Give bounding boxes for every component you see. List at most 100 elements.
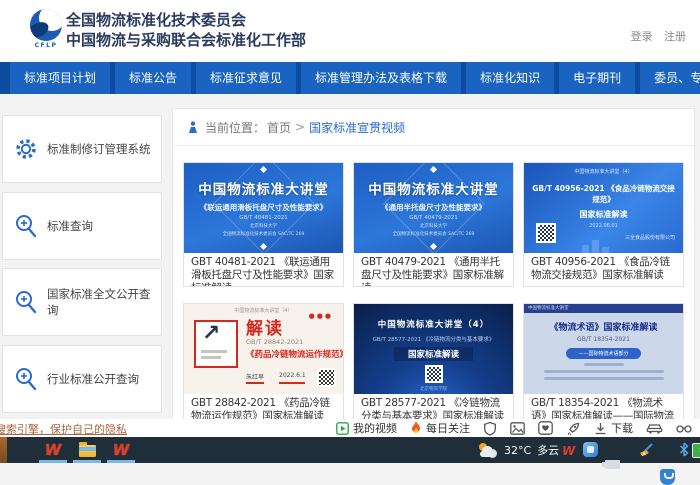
- thumb-subtitle: 《通用半托盘尺寸及性能要求》: [381, 202, 486, 213]
- tiny-text-decor: [201, 356, 221, 359]
- rocket-icon[interactable]: [566, 421, 581, 436]
- sidebar-item-revision-system[interactable]: 标准制修订管理系统: [2, 115, 162, 183]
- daily-follow-button[interactable]: 每日关注: [410, 420, 470, 436]
- nav-item-journal[interactable]: 电子期刊: [559, 62, 635, 94]
- sidebar-item-label: 标准查询: [47, 218, 93, 234]
- tray-battery-charging-icon[interactable]: ⚡: [692, 443, 700, 458]
- video-grid: 中国物流标准大讲堂 《联运通用滑板托盘尺寸及性能要求》 GB/T 40481-2…: [173, 146, 694, 428]
- flame-icon: [410, 421, 422, 435]
- tiny-text-decor: [584, 363, 624, 366]
- wps-icon: W: [113, 441, 130, 459]
- auth-links: 登录 注册: [623, 28, 687, 44]
- browser-bottom-toolbar: 搜索引擎，保护自己的隐私 我的视频 每日关注: [0, 419, 700, 437]
- thumb-title: GB/T 40956-2021 《食品冷链物流交接规范》: [530, 183, 676, 205]
- thumb-org-line: 三全食品股份有限公司: [625, 234, 675, 241]
- nav-item-notice[interactable]: 标准公告: [115, 62, 191, 94]
- video-thumbnail[interactable]: 中国物流标准大讲堂（4） GB/T 40956-2021 《食品冷链物流交接规范…: [524, 163, 683, 253]
- dots-decor: ●●●: [309, 312, 333, 320]
- globe-logo-icon: [30, 9, 62, 41]
- browser-toolbar-items: 我的视频 每日关注: [336, 419, 700, 437]
- privacy-link[interactable]: 搜索引擎，保护自己的隐私: [0, 421, 127, 437]
- video-card-gbt40481[interactable]: 中国物流标准大讲堂 《联运通用滑板托盘尺寸及性能要求》 GB/T 40481-2…: [183, 162, 344, 287]
- sidebar-item-standard-search[interactable]: 标准查询: [2, 192, 162, 260]
- thumb-date: 2022.6.1: [279, 372, 306, 379]
- search-plus-icon: [13, 289, 39, 315]
- breadcrumb: 当前位置： 首页 > 国家标准宣贯视频: [173, 109, 694, 146]
- sidebar-item-national-fulltext[interactable]: 国家标准全文公开查询: [2, 268, 162, 336]
- glasses-icon[interactable]: [676, 422, 692, 434]
- tray-media-app-icon[interactable]: [583, 442, 598, 457]
- sidebar-item-industry-search[interactable]: 行业标准公开查询: [2, 345, 162, 413]
- site-title: 全国物流标准化技术委员会 中国物流与采购联合会标准化工作部: [66, 10, 306, 50]
- image-icon[interactable]: [510, 422, 525, 435]
- tray-antivirus-shield-icon[interactable]: [660, 469, 675, 485]
- thumb-brand-title: 中国物流标准大讲堂: [198, 178, 329, 198]
- nav-item-plan[interactable]: 标准项目计划: [10, 62, 110, 94]
- diamond-decor: [430, 243, 437, 250]
- folder-icon: [79, 445, 96, 457]
- video-thumbnail[interactable]: 中国物流标准大讲堂 《通用半托盘尺寸及性能要求》 GB/T 40479-2021…: [354, 163, 513, 253]
- video-card-gbt40956[interactable]: 中国物流标准大讲堂（4） GB/T 40956-2021 《食品冷链物流交接规范…: [523, 162, 684, 287]
- video-caption[interactable]: GBT 40479-2021 《通用半托盘尺寸及性能要求》国家标准解读: [354, 253, 513, 286]
- windows-taskbar: W W 32°C 多云 W ⚡: [0, 437, 700, 463]
- underline-decor: [279, 382, 305, 384]
- video-thumbnail[interactable]: 中国物流标准大讲堂（4） ●●● ↗ 解读 GB/T 28842-2021 《药…: [184, 304, 343, 394]
- nav-item-comments[interactable]: 标准征求意见: [196, 62, 296, 94]
- diamond-decor: [260, 166, 267, 173]
- video-card-gbt28577[interactable]: 中国物流标准大讲堂（4） GB/T 28577-2021 《冷链物流分类与基本要…: [353, 303, 514, 428]
- site-title-line2: 中国物流与采购联合会标准化工作部: [66, 30, 306, 50]
- tray-bluetooth-icon[interactable]: [679, 442, 689, 461]
- thumb-subtitle: 《联运通用滑板托盘尺寸及性能要求》: [200, 202, 328, 213]
- qr-code: [317, 368, 336, 387]
- sidebar-item-label: 国家标准全文公开查询: [47, 286, 161, 318]
- tiny-text-decor: [544, 377, 664, 380]
- thumb-title: 《药品冷链物流运作规范》: [246, 348, 343, 360]
- car-icon[interactable]: [646, 422, 663, 434]
- tray-device-icon[interactable]: [605, 460, 620, 469]
- thumb-standard-code: GB/T 18354-2021: [577, 336, 630, 343]
- health-heart-icon[interactable]: [538, 421, 553, 435]
- video-thumbnail[interactable]: 中国物流标准大讲堂 《联运通用滑板托盘尺寸及性能要求》 GB/T 40481-2…: [184, 163, 343, 253]
- my-videos-button[interactable]: 我的视频: [336, 420, 397, 436]
- location-person-icon: [187, 121, 199, 134]
- register-link[interactable]: 注册: [664, 30, 686, 43]
- login-link[interactable]: 登录: [631, 30, 653, 43]
- search-plus-icon: [13, 213, 39, 239]
- arrow-logo-box: ↗: [194, 320, 238, 368]
- download-button[interactable]: 下载: [594, 420, 633, 436]
- cropped-app-icon[interactable]: [0, 437, 7, 463]
- video-thumbnail[interactable]: 中国物流标准大讲堂（4） GB/T 28577-2021 《冷链物流分类与基本要…: [354, 304, 513, 394]
- taskbar-wps-button-2[interactable]: W: [108, 439, 134, 460]
- thumb-standard-code: GB/T 28842-2021: [246, 338, 303, 346]
- main-content: 当前位置： 首页 > 国家标准宣贯视频 中国物流标准大讲堂 《联运通用滑板托盘尺…: [172, 108, 695, 437]
- nav-item-knowledge[interactable]: 标准化知识: [466, 62, 554, 94]
- wps-icon: W: [562, 444, 575, 458]
- breadcrumb-current[interactable]: 国家标准宣贯视频: [309, 119, 405, 136]
- underline-decor: [246, 382, 264, 384]
- wps-icon: W: [45, 441, 62, 459]
- video-caption[interactable]: GBT 40481-2021 《联运通用滑板托盘尺寸及性能要求》国家标准解读: [184, 253, 343, 286]
- tray-cleaner-icon[interactable]: [638, 442, 654, 462]
- thumb-standard-code: GB/T 40479-2021: [409, 215, 457, 221]
- video-card-gbt18354[interactable]: 中国物流标准大讲堂 《物流术语》国家标准解读 GB/T 18354-2021 —…: [523, 303, 684, 428]
- thumb-date: 2022.06.01: [589, 223, 618, 229]
- taskbar-explorer-button[interactable]: [74, 439, 100, 460]
- weather-widget[interactable]: 32°C 多云: [478, 437, 559, 463]
- thumb-subtitle: 国家标准解读: [580, 209, 628, 220]
- site-title-line1: 全国物流标准化技术委员会: [66, 10, 306, 30]
- sidebar-item-label: 标准制修订管理系统: [47, 141, 151, 157]
- cflp-logo[interactable]: CFLP: [26, 9, 66, 55]
- video-card-gbt40479[interactable]: 中国物流标准大讲堂 《通用半托盘尺寸及性能要求》 GB/T 40479-2021…: [353, 162, 514, 287]
- video-thumbnail[interactable]: 中国物流标准大讲堂 《物流术语》国家标准解读 GB/T 18354-2021 —…: [524, 304, 683, 394]
- tray-wps-icon[interactable]: W: [562, 440, 575, 459]
- shield-icon[interactable]: [483, 421, 497, 436]
- nav-item-download[interactable]: 标准管理办法及表格下载: [301, 62, 461, 94]
- nav-item-experts[interactable]: 委员、专家库: [640, 62, 700, 94]
- video-caption[interactable]: GBT 40956-2021 《食品冷链物流交接规范》国家标准解读: [524, 253, 683, 286]
- video-card-gbt28842[interactable]: 中国物流标准大讲堂（4） ●●● ↗ 解读 GB/T 28842-2021 《药…: [183, 303, 344, 428]
- weather-temp: 32°C: [504, 444, 531, 457]
- daily-follow-label: 每日关注: [426, 420, 470, 436]
- taskbar-wps-button[interactable]: W: [40, 439, 66, 460]
- thumb-headline: 解读: [246, 314, 284, 339]
- breadcrumb-home-link[interactable]: 首页: [267, 119, 291, 136]
